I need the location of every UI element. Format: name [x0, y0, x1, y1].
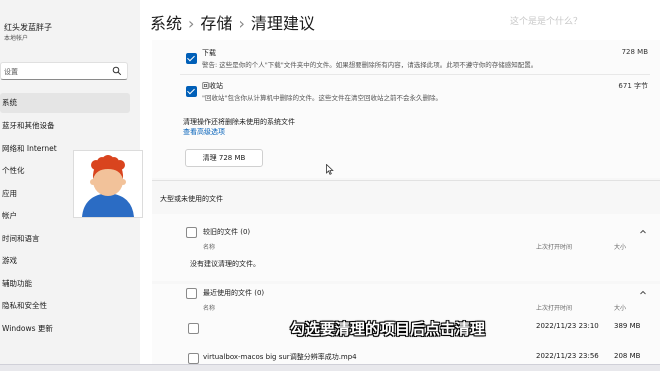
- file-row-checkbox[interactable]: [188, 323, 199, 334]
- cartoon-avatar-icon: [74, 151, 142, 217]
- sidebar-item-time-language[interactable]: 时间和语言: [0, 229, 130, 249]
- recent-files-col-name[interactable]: 名称: [203, 303, 215, 312]
- avatar: [73, 150, 143, 218]
- user-account-type: 本地帐户: [4, 35, 29, 42]
- taskbar: [0, 364, 660, 371]
- cleanup-note: 清理操作还将删除未使用的系统文件: [183, 118, 295, 126]
- sidebar-item-privacy[interactable]: 隐私和安全性: [0, 296, 130, 316]
- user-name: 红头发蓝胖子: [4, 23, 52, 32]
- downloads-title: 下载: [202, 49, 216, 57]
- sidebar-item-label: 帐户: [2, 211, 17, 220]
- page-title: 清理建议: [250, 14, 315, 33]
- chevron-up-icon[interactable]: [640, 290, 646, 296]
- recent-files-title: 最近使用的文件 (0): [203, 289, 265, 297]
- sidebar-item-label: 隐私和安全性: [2, 301, 47, 310]
- title-watermark: 这个是是个什么？: [510, 17, 583, 27]
- sidebar-item-label: 应用: [2, 189, 17, 198]
- file-row-date: 2022/11/23 23:10: [536, 322, 599, 330]
- downloads-size: 728 MB: [621, 48, 648, 56]
- sidebar-item-gaming[interactable]: 游戏: [0, 251, 130, 271]
- sidebar-item-label: 系统: [2, 98, 17, 107]
- advanced-options-link[interactable]: 查看高级选项: [183, 127, 225, 137]
- sidebar-item-label: Windows 更新: [2, 324, 53, 333]
- search-icon: [112, 66, 122, 76]
- clean-button[interactable]: 清理 728 MB: [185, 149, 263, 167]
- recycle-bin-description: "回收站"包含你从计算机中删除的文件。这些文件在清空回收站之前不会永久删除。: [202, 94, 442, 102]
- recent-files-col-date[interactable]: 上次打开时间: [536, 303, 572, 312]
- sidebar-item-label: 时间和语言: [2, 234, 40, 243]
- mouse-cursor-icon: [326, 164, 334, 175]
- sidebar-item-bluetooth[interactable]: 蓝牙和其他设备: [0, 116, 130, 136]
- older-files-col-name[interactable]: 名称: [203, 242, 215, 251]
- file-row-name: virtualbox-macos big sur调整分辨率成功.mp4: [203, 353, 357, 361]
- older-files-checkbox[interactable]: [186, 227, 197, 238]
- large-files-heading: 大型或未使用的文件: [160, 195, 223, 203]
- sidebar-item-system[interactable]: 系统: [0, 93, 130, 113]
- recent-files-col-size[interactable]: 大小: [614, 303, 626, 312]
- recent-files-checkbox[interactable]: [186, 288, 197, 299]
- recycle-bin-size: 671 字节: [618, 82, 648, 90]
- search-placeholder: 设置: [4, 68, 18, 76]
- older-files-title: 较旧的文件 (0): [203, 228, 251, 236]
- file-row-date: 2022/11/23 23:56: [536, 352, 599, 360]
- older-files-col-date[interactable]: 上次打开时间: [536, 242, 572, 251]
- sidebar-item-label: 辅助功能: [2, 279, 32, 288]
- breadcrumb-item-system[interactable]: 系统: [150, 14, 182, 33]
- downloads-checkbox[interactable]: [186, 53, 197, 64]
- sidebar-item-label: 网络和 Internet: [2, 144, 57, 153]
- sidebar-item-windows-update[interactable]: Windows 更新: [0, 319, 130, 339]
- chevron-up-icon[interactable]: [640, 229, 646, 235]
- file-row-size: 208 MB: [614, 352, 641, 360]
- divider: [180, 74, 650, 75]
- search-input[interactable]: 设置: [0, 62, 128, 80]
- file-row-checkbox[interactable]: [188, 353, 199, 364]
- older-files-col-size[interactable]: 大小: [614, 242, 626, 251]
- sidebar-item-label: 个性化: [2, 166, 25, 175]
- breadcrumb-item-storage[interactable]: 存储: [200, 14, 232, 33]
- sidebar-item-label: 游戏: [2, 256, 17, 265]
- sidebar-item-accessibility[interactable]: 辅助功能: [0, 274, 130, 294]
- downloads-description: 警告: 这些是你的个人"下载"文件夹中的文件。如果想要删除所有内容，请选择此项。…: [202, 61, 538, 69]
- older-files-card: [152, 214, 660, 281]
- file-row-size: 389 MB: [614, 322, 641, 330]
- video-caption: 勾选要清理的项目后点击清理: [290, 320, 486, 338]
- sidebar-item-label: 蓝牙和其他设备: [2, 121, 55, 130]
- section-divider: [152, 180, 660, 181]
- older-files-empty-text: 没有建议清理的文件。: [190, 260, 260, 268]
- breadcrumb: 系统 › 存储 › 清理建议: [150, 10, 315, 34]
- recycle-bin-title: 回收站: [202, 82, 223, 90]
- breadcrumb-separator: ›: [238, 14, 245, 33]
- recycle-bin-checkbox[interactable]: [186, 86, 197, 97]
- breadcrumb-separator: ›: [188, 14, 195, 33]
